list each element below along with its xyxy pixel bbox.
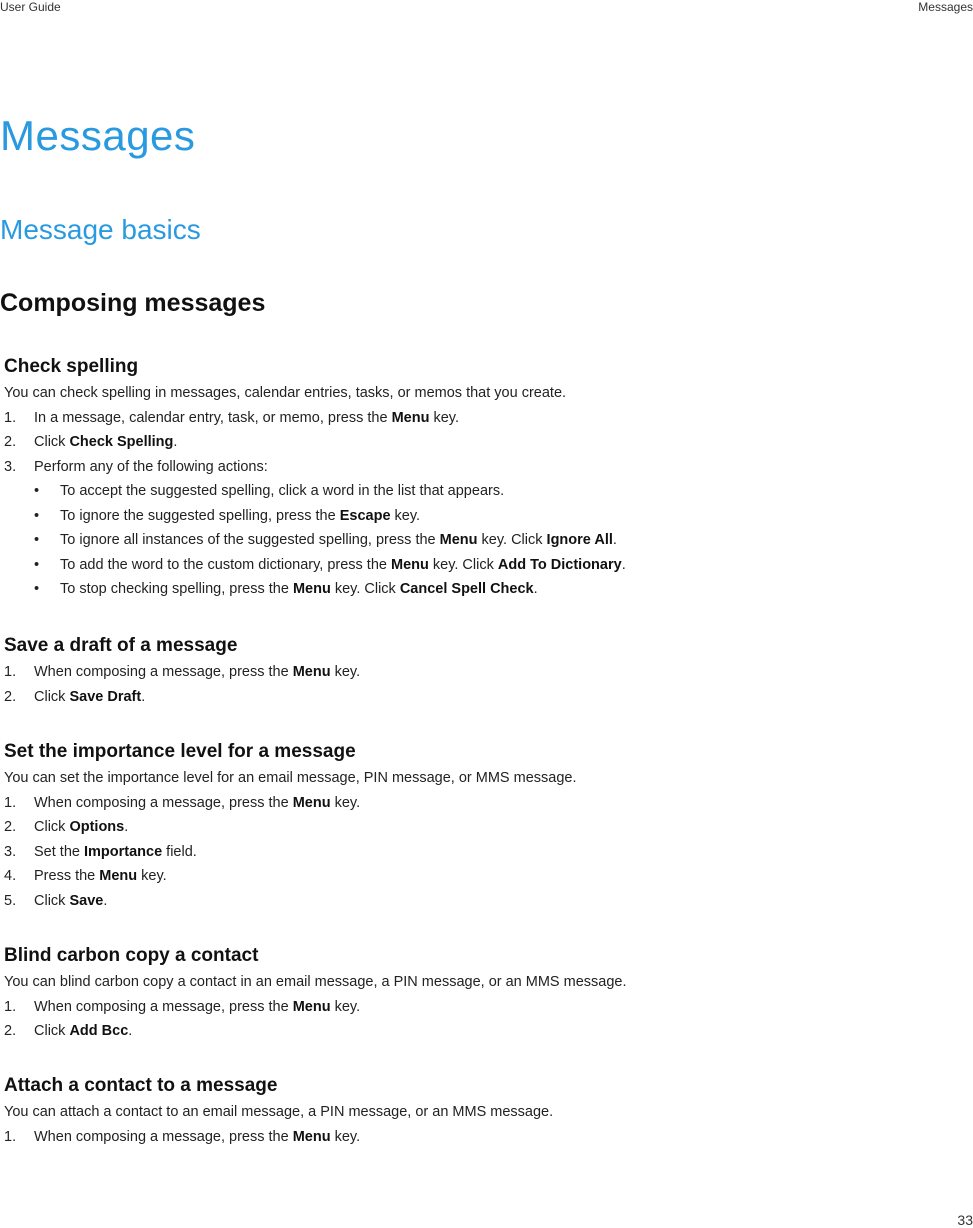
bullet-icon: •	[34, 556, 40, 573]
step: 5. Click Save.	[4, 892, 108, 909]
topic-blind-carbon-copy: Blind carbon copy a contact You can blin…	[4, 942, 944, 1044]
header-chapter-title: Messages	[918, 0, 973, 14]
bullet-icon: •	[34, 483, 40, 499]
step: 2. Click Check Spelling.	[4, 434, 178, 450]
step: 3. Set the Importance field.	[4, 843, 197, 860]
topic-intro: You can set the importance level for an …	[4, 770, 577, 786]
bullet-item: • To ignore the suggested spelling, press…	[4, 504, 944, 529]
topic-title: Check spelling	[4, 356, 139, 377]
topic-intro: You can blind carbon copy a contact in a…	[4, 974, 627, 990]
chapter-title: Messages	[0, 112, 196, 159]
topic-attach-contact: Attach a contact to a message You can at…	[4, 1072, 944, 1149]
topic-title: Save a draft of a message	[4, 635, 238, 656]
page-number: 33	[957, 1212, 973, 1228]
bullet-item: • To add the word to the custom dictionar…	[4, 553, 944, 578]
topic-title: Set the importance level for a message	[4, 741, 356, 762]
step: 3. Perform any of the following actions:	[4, 458, 268, 475]
bullet-icon: •	[34, 507, 40, 524]
topic-check-spelling: Check spelling You can check spelling in…	[4, 353, 944, 602]
topic-importance-level: Set the importance level for a message Y…	[4, 738, 944, 913]
step: 2. Click Add Bcc.	[4, 1023, 133, 1039]
step: 1. In a message, calendar entry, task, or…	[4, 409, 459, 426]
step: 4. Press the Menu key.	[4, 868, 167, 884]
step: 2. Click Save Draft.	[4, 688, 146, 705]
bullet-icon: •	[34, 581, 40, 597]
topic-intro: You can attach a contact to an email mes…	[4, 1104, 554, 1120]
step: 2. Click Options.	[4, 819, 129, 835]
step: 1. When composing a message, press the Me…	[4, 1128, 361, 1145]
running-header: User Guide Messages	[0, 0, 973, 16]
bullet-item: • To stop checking spelling, press the Me…	[4, 577, 944, 602]
section-title: Message basics	[0, 214, 201, 245]
step: 1. When composing a message, press the Me…	[4, 998, 361, 1015]
bullet-item: • To accept the suggested spelling, click…	[4, 479, 944, 504]
bullet-item: • To ignore all instances of the suggeste…	[4, 528, 944, 553]
topic-title: Blind carbon copy a contact	[4, 945, 259, 966]
topic-title: Attach a contact to a message	[4, 1075, 278, 1096]
step: 1. When composing a message, press the Me…	[4, 664, 361, 680]
step: 1. When composing a message, press the Me…	[4, 794, 361, 811]
bullet-icon: •	[34, 532, 40, 548]
topic-intro: You can check spelling in messages, cale…	[4, 385, 567, 401]
subsection-title: Composing messages	[0, 289, 266, 317]
topic-save-draft: Save a draft of a message 1. When composi…	[4, 632, 944, 709]
header-guide-title: User Guide	[0, 0, 61, 14]
